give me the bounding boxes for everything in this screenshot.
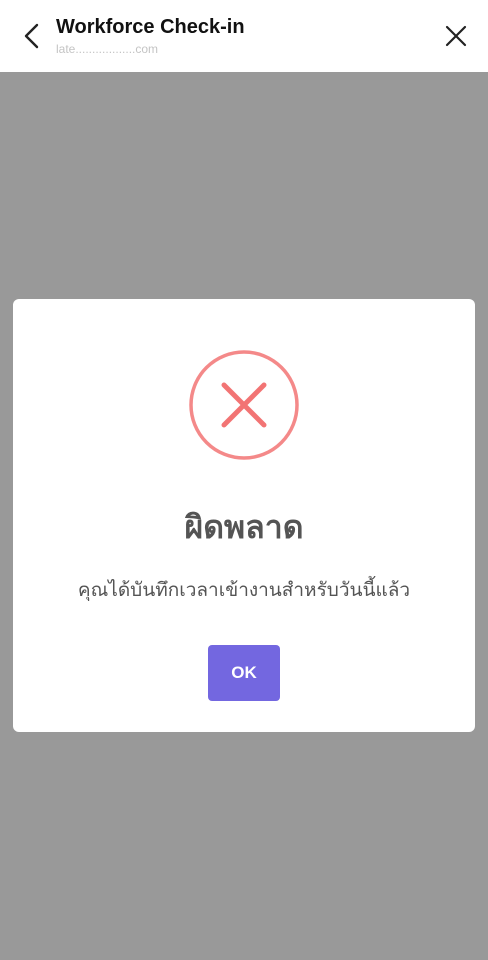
page-title: Workforce Check-in <box>56 16 245 38</box>
ok-button[interactable]: OK <box>208 645 280 701</box>
app-screen: Workforce Check-in late.................… <box>0 0 488 960</box>
header-title-group: Workforce Check-in late.................… <box>56 14 416 57</box>
close-icon <box>445 25 467 47</box>
back-button[interactable] <box>14 18 50 54</box>
app-header: Workforce Check-in late.................… <box>0 0 488 72</box>
dialog-message: คุณได้บันทึกเวลาเข้างานสำหรับวันนี้แล้ว <box>77 579 411 601</box>
error-dialog: ผิดพลาด คุณได้บันทึกเวลาเข้างานสำหรับวัน… <box>13 299 475 732</box>
error-x-circle-icon <box>189 350 299 460</box>
close-button[interactable] <box>438 18 474 54</box>
chevron-left-icon <box>24 23 39 49</box>
dialog-title: ผิดพลาด <box>184 508 304 546</box>
page-url: late..................com <box>56 42 159 56</box>
